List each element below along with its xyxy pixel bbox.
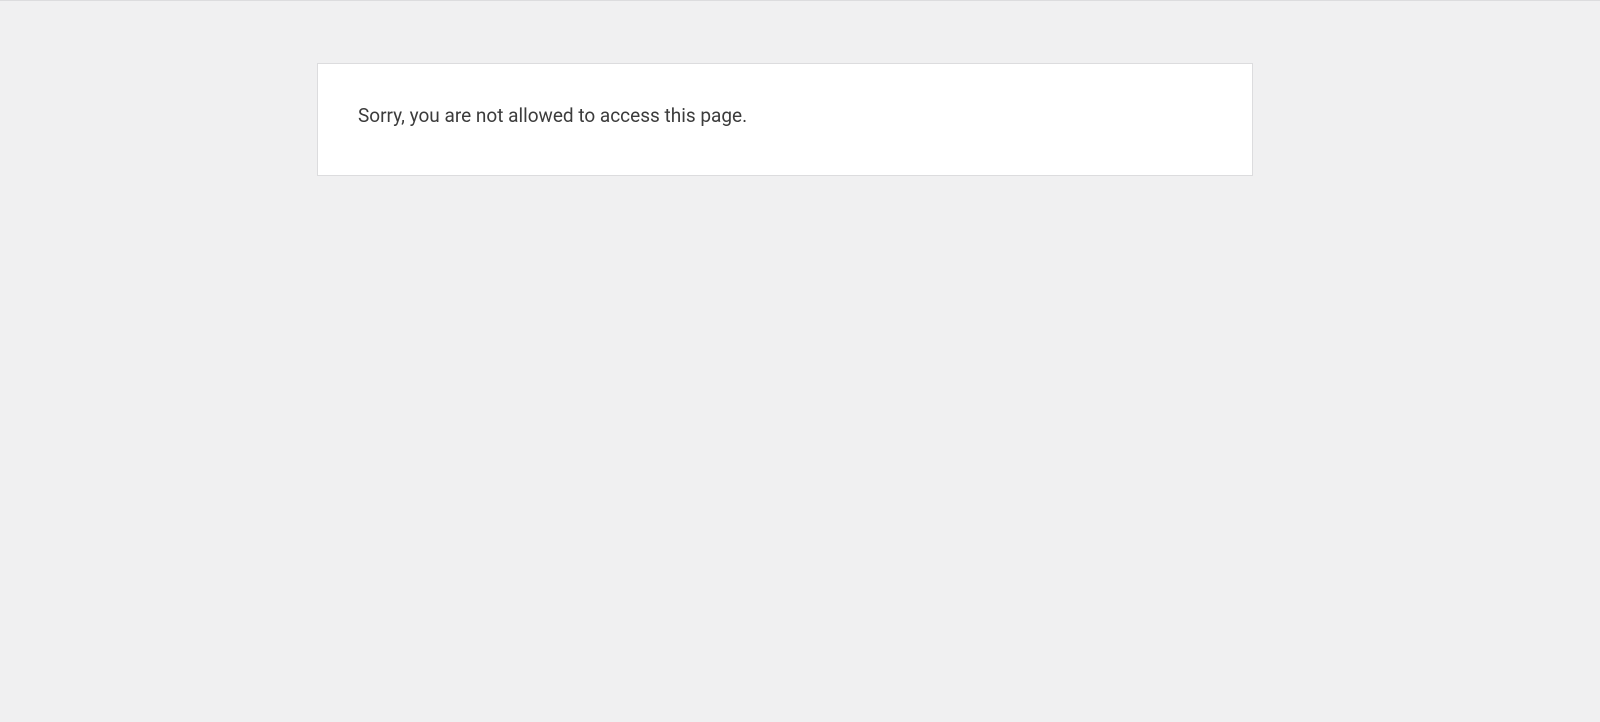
page-wrap: Sorry, you are not allowed to access thi… xyxy=(0,1,1600,176)
error-card: Sorry, you are not allowed to access thi… xyxy=(317,63,1253,176)
error-message: Sorry, you are not allowed to access thi… xyxy=(358,102,1212,131)
